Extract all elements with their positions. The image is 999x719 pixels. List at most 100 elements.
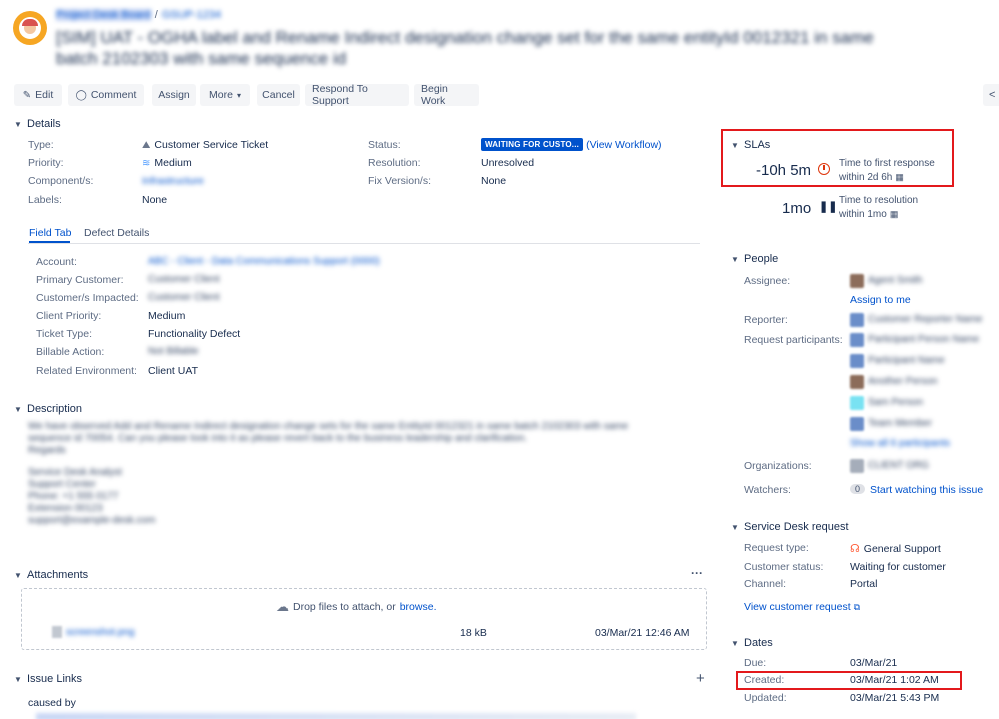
status-badge[interactable]: WAITING FOR CUSTO...	[481, 138, 584, 151]
signature-line: Phone: +1 555 0177	[28, 491, 119, 502]
updated-value: 03/Mar/21 5:43 PM	[850, 692, 940, 704]
status-label: Status:	[368, 139, 401, 151]
participant-avatar	[850, 396, 864, 410]
reporter-label: Reporter:	[744, 314, 788, 326]
attachments-section-header[interactable]: ▼ Attachments	[14, 569, 88, 581]
signature-line: Service Desk Analyst	[28, 467, 122, 478]
organization-icon	[850, 459, 864, 473]
issue-links-section-header[interactable]: ▼ Issue Links	[14, 673, 82, 685]
view-customer-request-link[interactable]: View customer request ⧉	[744, 601, 860, 613]
description-body: We have observed Add and Rename Indirect…	[28, 421, 668, 527]
caused-by-label: caused by	[28, 697, 76, 709]
cancel-label: Cancel	[262, 89, 295, 101]
edit-button[interactable]: ✎ Edit	[14, 84, 62, 106]
dates-section-header[interactable]: ▼ Dates	[731, 637, 773, 649]
chevron-down-icon: ▼	[731, 522, 739, 532]
breadcrumb-project[interactable]: Project Desk Board	[56, 9, 151, 21]
related-env-value: Client UAT	[148, 365, 198, 377]
view-workflow-link[interactable]: (View Workflow)	[586, 139, 661, 151]
channel-label: Channel:	[744, 578, 787, 590]
description-section-header[interactable]: ▼ Description	[14, 403, 82, 415]
resolution-label: Resolution:	[368, 157, 421, 169]
watchers-label: Watchers:	[744, 484, 791, 496]
channel-value: Portal	[850, 578, 878, 590]
participant-avatar	[850, 333, 864, 347]
tab-defect-details[interactable]: Defect Details	[84, 227, 149, 239]
details-section-header[interactable]: ▼ Details	[14, 118, 61, 130]
components-value[interactable]: Infrastructure	[142, 175, 204, 187]
assignee-value[interactable]: Agent Smith	[868, 275, 922, 286]
labels-value: None	[142, 194, 168, 206]
chevron-down-icon: ▼	[14, 119, 22, 129]
edit-label: Edit	[35, 89, 54, 101]
assign-label: Assign	[158, 89, 190, 101]
description-title: Description	[27, 403, 83, 415]
linked-issue-row[interactable]	[36, 713, 636, 719]
signature-line: Extension 00123	[28, 503, 103, 514]
avatar-face	[19, 17, 41, 39]
show-all-participants-link[interactable]: Show all 6 participants	[850, 438, 950, 449]
attachments-dropzone[interactable]	[21, 588, 707, 650]
more-button[interactable]: More ▾	[200, 84, 250, 106]
description-line: Regards	[28, 445, 66, 456]
attachment-file-name[interactable]: screenshot.png	[66, 627, 134, 638]
service-desk-section-header[interactable]: ▼ Service Desk request	[731, 521, 849, 533]
participant-name[interactable]: Sam Person	[868, 397, 923, 408]
type-value: ⛰ Customer Service Ticket	[142, 139, 268, 151]
assign-button[interactable]: Assign	[152, 84, 196, 106]
resolution-value: Unresolved	[481, 157, 535, 169]
project-avatar[interactable]	[13, 11, 47, 45]
cloud-upload-icon: ☁	[276, 599, 289, 614]
attachment-file-icon	[52, 626, 62, 638]
service-desk-title: Service Desk request	[744, 521, 849, 533]
assign-to-me-link[interactable]: Assign to me	[850, 294, 911, 306]
begin-work-button[interactable]: Begin Work	[414, 83, 479, 107]
client-priority-value: Medium	[148, 310, 186, 322]
customer-status-label: Customer status:	[744, 561, 824, 573]
resolution-sla-value: 1mo	[782, 200, 812, 217]
drop-files-prompt: ☁ Drop files to attach, or browse.	[276, 599, 436, 615]
attachments-more-icon[interactable]: ···	[691, 566, 703, 580]
comment-label: Comment	[90, 89, 137, 101]
customers-impacted-value: Customer Client	[148, 292, 220, 303]
breadcrumb: Project Desk Board / GSUP-1234	[56, 9, 221, 21]
resolution-sla-label: Time to resolution	[839, 195, 919, 206]
issue-links-title: Issue Links	[27, 673, 83, 685]
start-watching-link[interactable]: Start watching this issue	[870, 484, 983, 496]
tab-field-tab[interactable]: Field Tab	[29, 227, 71, 239]
participant-name[interactable]: Participant Name	[868, 355, 945, 366]
customers-impacted-label: Customer/s Impacted:	[36, 292, 139, 304]
reporter-value[interactable]: Customer Reporter Name	[868, 314, 982, 325]
people-section-header[interactable]: ▼ People	[731, 253, 778, 265]
participant-name[interactable]: Participant Person Name	[868, 334, 979, 345]
dates-title: Dates	[744, 637, 773, 649]
ticket-type-value: Functionality Defect	[148, 328, 241, 340]
people-title: People	[744, 253, 779, 265]
resolution-within-text: within 1mo	[839, 209, 887, 220]
participant-name[interactable]: Team Member	[868, 418, 932, 429]
cancel-button[interactable]: Cancel	[257, 84, 300, 106]
participant-name[interactable]: Another Person	[868, 376, 938, 387]
breadcrumb-issue-key[interactable]: GSUP-1234	[162, 9, 221, 21]
attachments-title: Attachments	[27, 569, 89, 581]
organizations-label: Organizations:	[744, 460, 812, 472]
chevron-down-icon: ▼	[731, 638, 739, 648]
resolution-sla-within: within 1mo ▦	[839, 209, 898, 220]
status-value: WAITING FOR CUSTO... (View Workflow)	[481, 138, 662, 151]
external-link-icon: ⧉	[853, 601, 861, 612]
share-button[interactable]: <	[983, 84, 999, 106]
pause-icon: ❚❚	[819, 201, 838, 213]
billable-action-label: Billable Action:	[36, 346, 105, 358]
organizations-value[interactable]: CLIENT ORG	[868, 460, 929, 471]
fix-version-value: None	[481, 175, 507, 187]
participant-avatar	[850, 354, 864, 368]
respond-to-support-button[interactable]: Respond To Support	[305, 83, 409, 107]
account-value[interactable]: ABC - Client - Data Communications Suppo…	[148, 256, 380, 267]
due-value: 03/Mar/21	[850, 657, 898, 669]
participant-avatar	[850, 375, 864, 389]
comment-button[interactable]: ◯ Comment	[68, 84, 144, 106]
calendar-icon: ▦	[889, 209, 899, 219]
headset-icon: ☊	[850, 543, 860, 555]
browse-link[interactable]: browse.	[400, 601, 437, 613]
add-link-icon[interactable]: +	[696, 670, 705, 687]
